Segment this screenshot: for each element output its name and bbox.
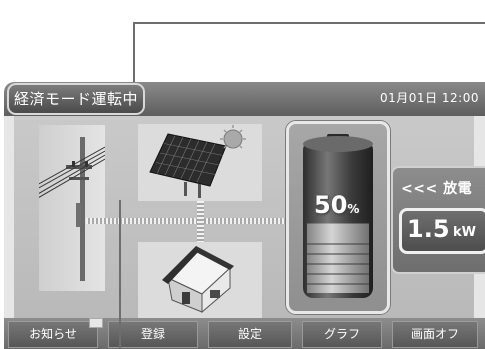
notice-button[interactable]: お知らせ: [8, 318, 103, 348]
solar-tile: [138, 124, 262, 201]
register-button[interactable]: 登録: [108, 321, 198, 348]
date-time-display: 01月01日 12:00: [380, 82, 479, 114]
flow-line-solar: [197, 201, 204, 242]
solar-panel-icon: [149, 133, 227, 198]
discharge-power-value: 1.5: [407, 215, 450, 243]
hems-screen: 経済モード運転中 01月01日 12:00 50% <<< 放電 1.5 kW …: [4, 82, 485, 349]
house-tile: [138, 242, 262, 318]
callout-line-bottom: [119, 200, 121, 349]
callout-line-top: [133, 22, 485, 24]
flow-line-grid: [86, 218, 286, 224]
discharge-power-unit: kW: [453, 225, 476, 240]
date-text: 01月01日: [380, 91, 438, 105]
grid-tile: [18, 125, 106, 291]
status-bar: 経済モード運転中 01月01日 12:00: [4, 82, 485, 116]
time-text: 12:00: [441, 91, 479, 105]
battery-percent-value: 50: [314, 191, 348, 219]
notice-button-label: お知らせ: [29, 327, 77, 341]
battery-percent-label: 50%: [314, 191, 359, 219]
screen-off-button[interactable]: 画面オフ: [392, 321, 478, 348]
sun-icon: [220, 125, 246, 149]
discharge-indicator: <<< 放電 1.5 kW: [391, 166, 485, 274]
discharge-label: <<< 放電: [401, 181, 473, 197]
envelope-icon: [89, 318, 103, 328]
house-icon: [162, 246, 234, 314]
settings-button[interactable]: 設定: [208, 321, 292, 348]
utility-pole-icon: [18, 137, 106, 281]
callout-line-left: [133, 22, 135, 84]
discharge-power-box: 1.5 kW: [399, 208, 485, 254]
battery-percent-unit: %: [347, 202, 360, 216]
graph-button[interactable]: グラフ: [302, 321, 382, 348]
operation-mode-label[interactable]: 経済モード運転中: [7, 83, 146, 115]
menu-bar: お知らせ 登録 設定 グラフ 画面オフ: [4, 318, 485, 349]
